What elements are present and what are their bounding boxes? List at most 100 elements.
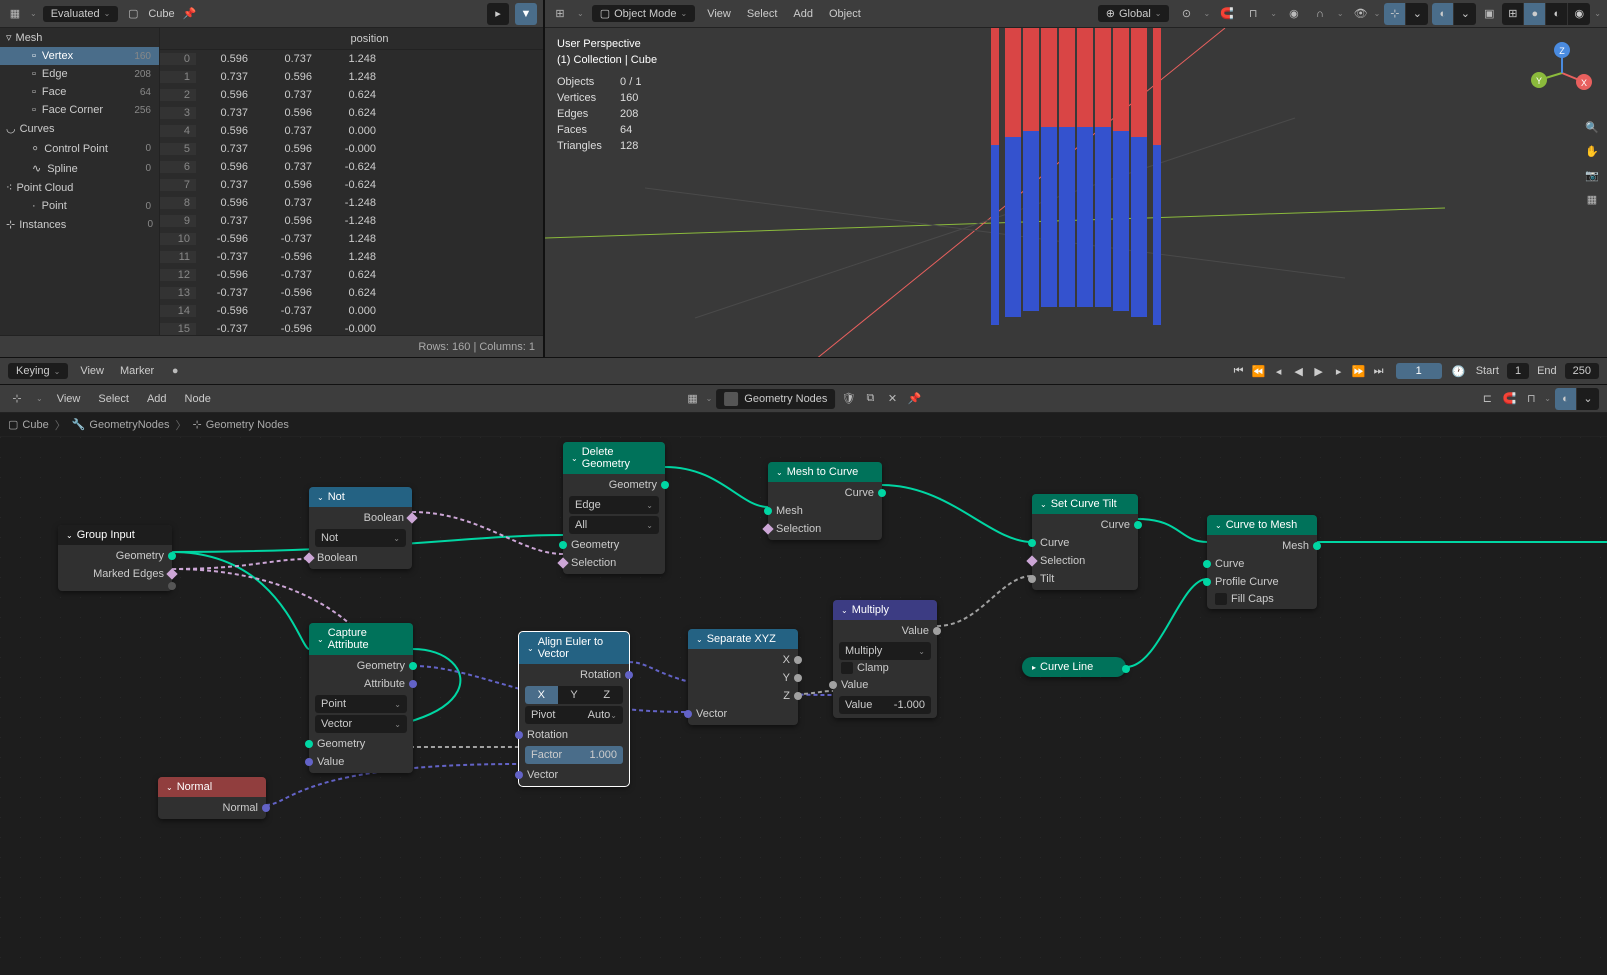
table-row[interactable]: 10-0.596-0.7371.248 xyxy=(160,230,543,248)
node-align-euler[interactable]: ⌄Align Euler to Vector Rotation X Y Z Pi… xyxy=(519,632,629,786)
node-capture-attribute[interactable]: ⌄Capture Attribute Geometry Attribute Po… xyxy=(309,623,413,773)
xray-icon[interactable]: ▣ xyxy=(1480,5,1498,23)
menu-object[interactable]: Object xyxy=(825,8,865,20)
domain-dropdown[interactable]: Edge⌄ xyxy=(569,496,659,514)
domain-face[interactable]: ▫ Face64 xyxy=(0,83,159,101)
table-row[interactable]: 14-0.596-0.7370.000 xyxy=(160,302,543,320)
play-icon[interactable]: ▶ xyxy=(1310,362,1328,380)
menu-select[interactable]: Select xyxy=(743,8,782,20)
domain-control-point[interactable]: ⸰ Control Point0 xyxy=(0,138,159,159)
tree-name-field[interactable]: Geometry Nodes xyxy=(716,389,835,409)
gizmo-options[interactable]: ⌄ xyxy=(1406,3,1428,25)
table-row[interactable]: 12-0.596-0.7370.624 xyxy=(160,266,543,284)
pivot-dropdown[interactable]: PivotAuto⌄ xyxy=(525,706,623,724)
jump-start-icon[interactable]: ⏮ xyxy=(1230,362,1248,380)
duplicate-icon[interactable]: ⧉ xyxy=(861,390,879,408)
op-dropdown[interactable]: Not⌄ xyxy=(315,529,406,547)
pin-icon[interactable]: 📌 xyxy=(181,5,199,23)
autokey-icon[interactable]: ● xyxy=(166,362,184,380)
domain-vertex[interactable]: ▫ Vertex160 xyxy=(0,47,159,65)
factor-field[interactable]: Factor1.000 xyxy=(525,746,623,764)
overlay-options[interactable]: ⌄ xyxy=(1454,3,1476,25)
shading-material[interactable]: ◐ xyxy=(1546,3,1568,25)
perspective-icon[interactable]: ▦ xyxy=(1583,190,1601,208)
proportional-icon[interactable]: ◉ xyxy=(1285,5,1303,23)
table-row[interactable]: 20.5960.7370.624 xyxy=(160,86,543,104)
camera-icon[interactable]: 📷 xyxy=(1583,166,1601,184)
overlay-options[interactable]: ⌄ xyxy=(1577,388,1599,410)
node-multiply[interactable]: ⌄Multiply Value Multiply⌄ Clamp Value Va… xyxy=(833,600,937,718)
node-delete-geometry[interactable]: ⌄Delete Geometry Geometry Edge⌄ All⌄ Geo… xyxy=(563,442,665,574)
menu-view[interactable]: View xyxy=(76,365,108,377)
node-curve-line[interactable]: ▸Curve Line xyxy=(1022,657,1126,677)
snap-options-icon[interactable]: ⊓ xyxy=(1522,390,1540,408)
parent-node-icon[interactable]: ⊏ xyxy=(1478,390,1496,408)
orientation-dropdown[interactable]: ⊕ Global⌄ xyxy=(1098,5,1170,22)
node-separate-xyz[interactable]: ⌄Separate XYZ X Y Z Vector xyxy=(688,629,798,725)
snap-options-icon[interactable]: ⊓ xyxy=(1244,5,1262,23)
bc-modifier[interactable]: 🔧 GeometryNodes xyxy=(72,418,170,431)
domain-edge[interactable]: ▫ Edge208 xyxy=(0,65,159,83)
eval-mode-dropdown[interactable]: Evaluated⌄ xyxy=(43,6,119,22)
curves-section[interactable]: ◡ Curves xyxy=(0,119,159,138)
table-row[interactable]: 13-0.737-0.5960.624 xyxy=(160,284,543,302)
bc-object[interactable]: ▢ Cube xyxy=(8,418,49,431)
node-normal[interactable]: ⌄Normal Normal xyxy=(158,777,266,819)
snap-icon[interactable]: 🧲 xyxy=(1500,390,1518,408)
unlink-icon[interactable]: ✕ xyxy=(883,390,901,408)
pointcloud-section[interactable]: ⁖ Point Cloud xyxy=(0,178,159,197)
editor-type-icon[interactable]: ▦ xyxy=(6,5,24,23)
node-set-curve-tilt[interactable]: ⌄Set Curve Tilt Curve Curve Selection Ti… xyxy=(1032,494,1138,590)
table-row[interactable]: 50.7370.596-0.000 xyxy=(160,140,543,158)
column-header[interactable]: position xyxy=(196,33,543,45)
table-row[interactable]: 90.7370.596-1.248 xyxy=(160,212,543,230)
nav-gizmo[interactable]: X Y Z xyxy=(1529,40,1595,106)
end-frame[interactable]: 250 xyxy=(1565,363,1599,379)
editor-type-icon[interactable]: ⊹ xyxy=(8,390,26,408)
domain-point[interactable]: · Point0 xyxy=(0,197,159,215)
clamp-checkbox[interactable]: Clamp xyxy=(841,662,929,674)
overlay-toggle[interactable]: ◐ xyxy=(1432,3,1454,25)
play-reverse-icon[interactable]: ◀ xyxy=(1290,362,1308,380)
start-frame[interactable]: 1 xyxy=(1507,363,1529,379)
table-row[interactable]: 60.5960.737-0.624 xyxy=(160,158,543,176)
shading-wireframe[interactable]: ⊞ xyxy=(1502,3,1524,25)
zoom-icon[interactable]: 🔍 xyxy=(1583,118,1601,136)
pan-icon[interactable]: ✋ xyxy=(1583,142,1601,160)
domain-dropdown[interactable]: Point⌄ xyxy=(315,695,407,713)
domain-face-corner[interactable]: ▫ Face Corner256 xyxy=(0,101,159,119)
falloff-icon[interactable]: ∩ xyxy=(1311,5,1329,23)
fill-caps-checkbox[interactable]: Fill Caps xyxy=(1215,593,1309,605)
table-row[interactable]: 15-0.737-0.596-0.000 xyxy=(160,320,543,335)
clock-icon[interactable]: 🕐 xyxy=(1450,362,1468,380)
viewport-3d[interactable]: ⊞⌄ ▢ Object Mode⌄ View Select Add Object… xyxy=(544,0,1607,357)
keyframe-next-icon[interactable]: ⏩ xyxy=(1350,362,1368,380)
node-not[interactable]: ⌄Not Boolean Not⌄ Boolean xyxy=(309,487,412,569)
menu-marker[interactable]: Marker xyxy=(116,365,158,377)
snap-icon[interactable]: 🧲 xyxy=(1218,5,1236,23)
value-field[interactable]: Value-1.000 xyxy=(839,696,931,714)
table-row[interactable]: 30.7370.5960.624 xyxy=(160,104,543,122)
table-row[interactable]: 00.5960.7371.248 xyxy=(160,50,543,68)
node-editor[interactable]: ⊹⌄ View Select Add Node ▦⌄ Geometry Node… xyxy=(0,385,1607,975)
mode-dropdown[interactable]: All⌄ xyxy=(569,516,659,534)
op-dropdown[interactable]: Multiply⌄ xyxy=(839,642,931,660)
jump-end-icon[interactable]: ⏭ xyxy=(1370,362,1388,380)
shading-rendered[interactable]: ◉ xyxy=(1568,3,1590,25)
shield-icon[interactable]: 🛡 xyxy=(839,390,857,408)
selection-toggle[interactable]: ▸ xyxy=(487,3,509,25)
node-curve-to-mesh[interactable]: ⌄Curve to Mesh Mesh Curve Profile Curve … xyxy=(1207,515,1317,609)
overlay-toggle[interactable]: ◐ xyxy=(1555,388,1577,410)
visibility-icon[interactable]: 👁 xyxy=(1352,5,1370,23)
menu-add[interactable]: Add xyxy=(143,393,171,405)
table-row[interactable]: 70.7370.596-0.624 xyxy=(160,176,543,194)
browse-tree-icon[interactable]: ▦ xyxy=(684,390,702,408)
keying-dropdown[interactable]: Keying⌄ xyxy=(8,363,68,379)
keyframe-prev-icon[interactable]: ⏪ xyxy=(1250,362,1268,380)
current-frame[interactable]: 1 xyxy=(1396,363,1442,379)
bc-tree[interactable]: ⊹ Geometry Nodes xyxy=(193,418,289,431)
menu-select[interactable]: Select xyxy=(94,393,133,405)
node-mesh-to-curve[interactable]: ⌄Mesh to Curve Curve Mesh Selection xyxy=(768,462,882,540)
frame-prev-icon[interactable]: ◂ xyxy=(1270,362,1288,380)
table-row[interactable]: 10.7370.5961.248 xyxy=(160,68,543,86)
